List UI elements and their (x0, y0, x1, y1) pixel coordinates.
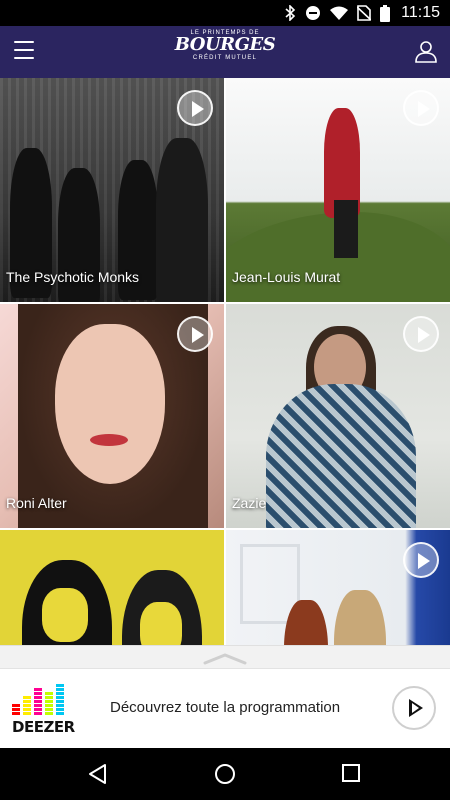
artist-tile[interactable]: The Psychotic Monks (0, 78, 224, 302)
programme-link[interactable]: Découvrez toute la programmation (110, 699, 340, 716)
artist-figure (334, 590, 386, 646)
wifi-icon (330, 6, 349, 20)
play-button[interactable] (403, 90, 439, 126)
artist-face (55, 324, 165, 484)
home-icon[interactable] (214, 763, 236, 785)
status-bar: 11:15 (0, 0, 450, 26)
navigation-bar (0, 748, 450, 800)
artist-tile[interactable] (0, 530, 224, 646)
clock: 11:15 (401, 4, 440, 21)
artist-figure-legs (334, 200, 358, 258)
deezer-promo[interactable]: DEEZER Découvrez toute la programmation (0, 669, 450, 748)
expand-handle[interactable] (0, 645, 450, 669)
status-icons: 11:15 (284, 0, 440, 26)
deezer-logo: DEEZER (12, 683, 75, 737)
recents-icon[interactable] (341, 763, 361, 783)
logo-bottom-text: CRÉDIT MUTUEL (192, 55, 258, 61)
play-button[interactable] (177, 90, 213, 126)
play-button[interactable] (403, 542, 439, 578)
artist-tile[interactable] (226, 530, 450, 646)
app-bar: LE PRINTEMPS DE BOURGES CRÉDIT MUTUEL (0, 26, 450, 78)
artist-figure (266, 384, 416, 528)
artist-tile[interactable]: Roni Alter (0, 304, 224, 528)
menu-icon[interactable] (14, 41, 34, 59)
artist-name: The Psychotic Monks (6, 269, 140, 285)
do-not-disturb-icon (306, 6, 321, 20)
bottom-panel: DEEZER Découvrez toute la programmation (0, 645, 450, 748)
artist-name: Zazie (232, 495, 267, 511)
festival-logo: LE PRINTEMPS DE BOURGES CRÉDIT MUTUEL (174, 30, 276, 61)
artist-tile[interactable]: Jean-Louis Murat (226, 78, 450, 302)
play-button[interactable] (177, 316, 213, 352)
back-icon[interactable] (87, 763, 109, 785)
artist-lips (90, 434, 128, 446)
bluetooth-icon (285, 5, 296, 21)
band-member-figure (156, 138, 208, 302)
artist-name: Jean-Louis Murat (232, 269, 341, 285)
artist-tile[interactable]: Zazie (226, 304, 450, 528)
artist-name: Roni Alter (6, 495, 67, 511)
deezer-wordmark: DEEZER (12, 718, 75, 736)
profile-icon[interactable] (414, 39, 438, 63)
logo-main-text: BOURGES (174, 34, 276, 55)
artist-face (140, 602, 182, 646)
play-button[interactable] (403, 316, 439, 352)
play-programme-button[interactable] (392, 686, 436, 730)
deezer-equalizer-icon (12, 683, 70, 715)
no-sim-icon (357, 5, 372, 21)
battery-icon (380, 4, 391, 22)
artist-grid: The Psychotic Monks Jean-Louis Murat Ron… (0, 78, 450, 646)
artist-face (42, 588, 88, 642)
chevron-up-icon (203, 653, 247, 665)
